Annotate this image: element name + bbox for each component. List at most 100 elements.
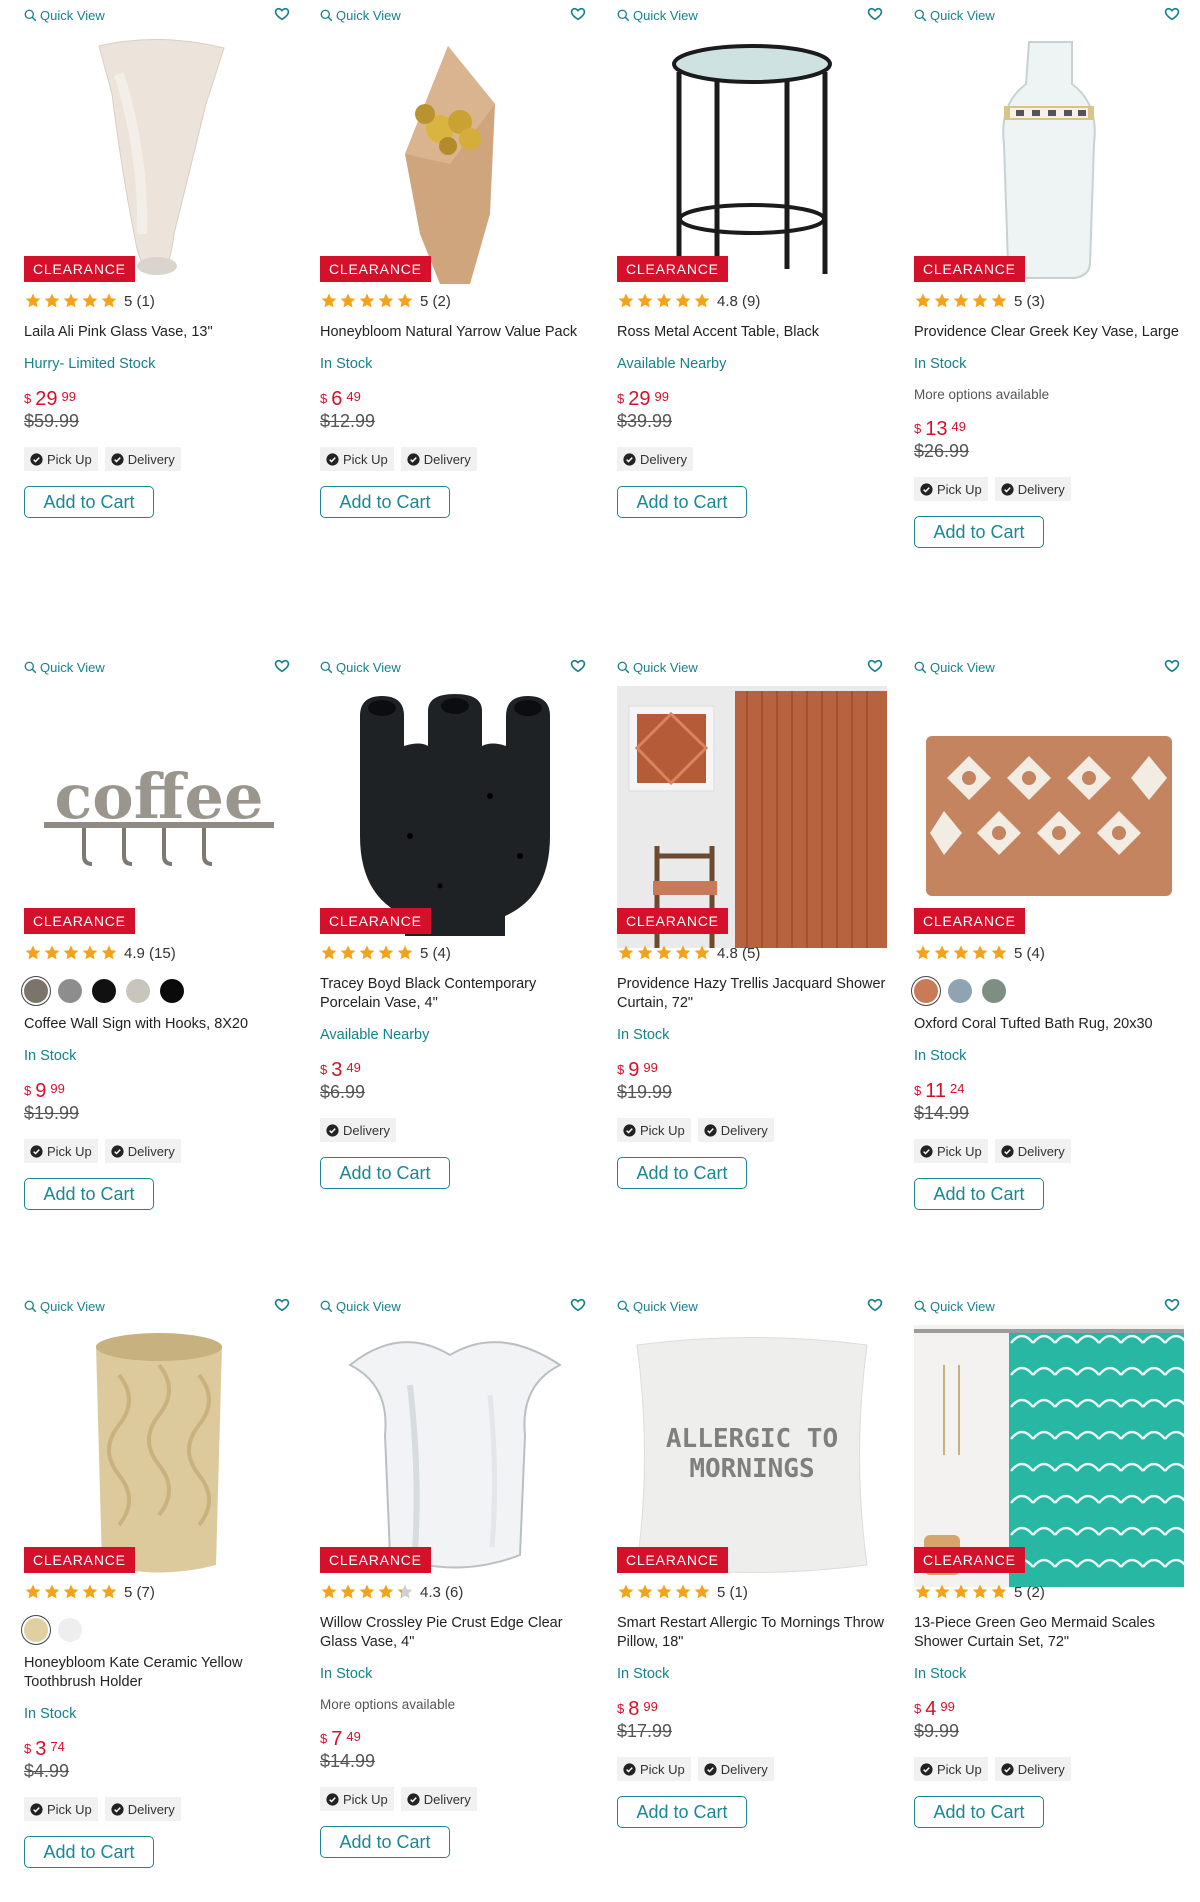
pickup-chip[interactable]: Pick Up [914, 477, 988, 501]
delivery-chip[interactable]: Delivery [104, 1139, 181, 1163]
rating[interactable]: 5 (2) [914, 1582, 1194, 1602]
check-circle-icon [920, 1144, 933, 1158]
delivery-chip[interactable]: Delivery [617, 447, 693, 471]
quick-view-link[interactable]: Quick View [914, 1299, 995, 1314]
delivery-chip[interactable]: Delivery [400, 1787, 477, 1811]
rating[interactable]: 5 (1) [617, 1582, 897, 1602]
quick-view-link[interactable]: Quick View [320, 660, 401, 675]
delivery-chip[interactable]: Delivery [104, 447, 181, 471]
product-title[interactable]: Tracey Boyd Black Contemporary Porcelain… [320, 975, 590, 1013]
delivery-chip[interactable]: Delivery [697, 1118, 774, 1142]
rating[interactable]: 5 (3) [914, 291, 1194, 311]
add-to-cart-button[interactable]: Add to Cart [914, 1796, 1044, 1828]
color-swatch[interactable] [948, 979, 972, 1003]
delivery-chip[interactable]: Delivery [994, 1757, 1071, 1781]
product-title[interactable]: Smart Restart Allergic To Mornings Throw… [617, 1614, 887, 1652]
add-to-cart-button[interactable]: Add to Cart [24, 1836, 154, 1868]
pickup-chip[interactable]: Pick Up [617, 1118, 691, 1142]
rating[interactable]: 4.8 (9) [617, 291, 897, 311]
sale-price: $11 24 [914, 1080, 1194, 1102]
product-title[interactable]: Laila Ali Pink Glass Vase, 13" [24, 323, 294, 342]
rating[interactable]: 4.3 (6) [320, 1582, 600, 1602]
product-title[interactable]: Willow Crossley Pie Crust Edge Clear Gla… [320, 1614, 590, 1652]
add-to-cart-button[interactable]: Add to Cart [914, 1178, 1044, 1210]
rating[interactable]: 4.9 (15) [24, 943, 304, 963]
product-title[interactable]: Providence Hazy Trellis Jacquard Shower … [617, 975, 887, 1013]
favorite-heart-icon[interactable] [570, 658, 586, 674]
add-to-cart-button[interactable]: Add to Cart [914, 516, 1044, 548]
add-to-cart-button[interactable]: Add to Cart [24, 1178, 154, 1210]
pickup-chip[interactable]: Pick Up [914, 1139, 988, 1163]
rating[interactable]: 5 (4) [914, 943, 1194, 963]
check-circle-icon [30, 452, 43, 466]
color-swatch[interactable] [24, 979, 48, 1003]
delivery-chip[interactable]: Delivery [400, 447, 477, 471]
add-to-cart-button[interactable]: Add to Cart [320, 1157, 450, 1189]
pickup-chip[interactable]: Pick Up [914, 1757, 988, 1781]
rating[interactable]: 5 (2) [320, 291, 600, 311]
delivery-chip[interactable]: Delivery [104, 1797, 181, 1821]
add-to-cart-button[interactable]: Add to Cart [617, 1157, 747, 1189]
favorite-heart-icon[interactable] [274, 1297, 290, 1313]
color-swatch[interactable] [24, 1618, 48, 1642]
favorite-heart-icon[interactable] [274, 658, 290, 674]
pickup-chip[interactable]: Pick Up [24, 1139, 98, 1163]
star-icon [972, 1584, 988, 1599]
quick-view-link[interactable]: Quick View [24, 8, 105, 23]
color-swatch[interactable] [160, 979, 184, 1003]
quick-view-link[interactable]: Quick View [617, 1299, 698, 1314]
color-swatch[interactable] [126, 979, 150, 1003]
star-rating [617, 1583, 711, 1601]
pickup-chip[interactable]: Pick Up [320, 1787, 394, 1811]
color-swatch[interactable] [982, 979, 1006, 1003]
add-to-cart-button[interactable]: Add to Cart [24, 486, 154, 518]
favorite-heart-icon[interactable] [570, 1297, 586, 1313]
product-title[interactable]: Honeybloom Kate Ceramic Yellow Toothbrus… [24, 1654, 294, 1692]
pickup-chip[interactable]: Pick Up [617, 1757, 691, 1781]
add-to-cart-button[interactable]: Add to Cart [617, 486, 747, 518]
quick-view-link[interactable]: Quick View [24, 1299, 105, 1314]
favorite-heart-icon[interactable] [867, 658, 883, 674]
product-title[interactable]: Providence Clear Greek Key Vase, Large [914, 323, 1184, 342]
color-swatch[interactable] [92, 979, 116, 1003]
favorite-heart-icon[interactable] [867, 6, 883, 22]
quick-view-link[interactable]: Quick View [24, 660, 105, 675]
delivery-chip[interactable]: Delivery [994, 477, 1071, 501]
quick-view-link[interactable]: Quick View [617, 660, 698, 675]
favorite-heart-icon[interactable] [1164, 658, 1180, 674]
quick-view-link[interactable]: Quick View [320, 8, 401, 23]
rating[interactable]: 4.8 (5) [617, 943, 897, 963]
add-to-cart-button[interactable]: Add to Cart [320, 1826, 450, 1858]
favorite-heart-icon[interactable] [1164, 6, 1180, 22]
delivery-chip[interactable]: Delivery [994, 1139, 1071, 1163]
product-title[interactable]: Honeybloom Natural Yarrow Value Pack [320, 323, 590, 342]
star-icon [321, 945, 337, 960]
product-title[interactable]: Ross Metal Accent Table, Black [617, 323, 887, 342]
quick-view-link[interactable]: Quick View [617, 8, 698, 23]
delivery-chip[interactable]: Delivery [320, 1118, 396, 1142]
pickup-chip[interactable]: Pick Up [320, 447, 394, 471]
pickup-chip[interactable]: Pick Up [24, 447, 98, 471]
star-icon [25, 1584, 41, 1599]
quick-view-link[interactable]: Quick View [914, 8, 995, 23]
quick-view-link[interactable]: Quick View [914, 660, 995, 675]
favorite-heart-icon[interactable] [867, 1297, 883, 1313]
favorite-heart-icon[interactable] [1164, 1297, 1180, 1313]
color-swatch[interactable] [914, 979, 938, 1003]
quick-view-link[interactable]: Quick View [320, 1299, 401, 1314]
rating[interactable]: 5 (7) [24, 1582, 304, 1602]
delivery-chip[interactable]: Delivery [697, 1757, 774, 1781]
color-swatch[interactable] [58, 979, 82, 1003]
rating[interactable]: 5 (1) [24, 291, 304, 311]
add-to-cart-button[interactable]: Add to Cart [320, 486, 450, 518]
favorite-heart-icon[interactable] [570, 6, 586, 22]
star-icon [359, 293, 375, 308]
product-title[interactable]: Coffee Wall Sign with Hooks, 8X20 [24, 1015, 294, 1034]
pickup-chip[interactable]: Pick Up [24, 1797, 98, 1821]
favorite-heart-icon[interactable] [274, 6, 290, 22]
product-title[interactable]: Oxford Coral Tufted Bath Rug, 20x30 [914, 1015, 1184, 1034]
product-title[interactable]: 13-Piece Green Geo Mermaid Scales Shower… [914, 1614, 1184, 1652]
color-swatch[interactable] [58, 1618, 82, 1642]
add-to-cart-button[interactable]: Add to Cart [617, 1796, 747, 1828]
rating[interactable]: 5 (4) [320, 943, 600, 963]
